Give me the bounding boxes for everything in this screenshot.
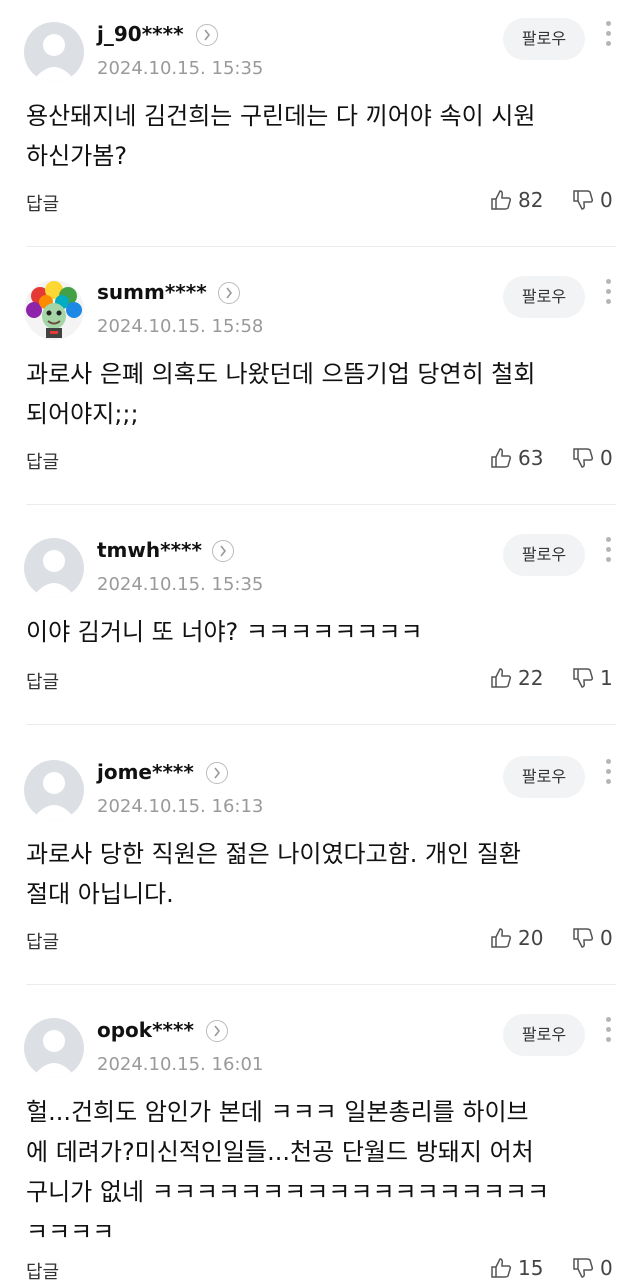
- thumbs-down-icon: [573, 190, 594, 210]
- comment-text: 과로사 당한 직원은 젊은 나이였다고함. 개인 질환 절대 아닙니다.: [26, 840, 522, 908]
- follow-button[interactable]: 팔로우: [503, 18, 585, 60]
- dislike-button[interactable]: 0: [572, 446, 613, 470]
- like-button[interactable]: 63: [490, 446, 543, 470]
- dislike-button[interactable]: 0: [572, 926, 613, 950]
- follow-button[interactable]: 팔로우: [503, 534, 585, 576]
- more-options-icon[interactable]: [602, 276, 614, 316]
- follow-button[interactable]: 팔로우: [503, 1014, 585, 1056]
- divider: [26, 724, 616, 725]
- dislike-count: 0: [600, 446, 613, 470]
- more-options-icon[interactable]: [602, 18, 614, 58]
- default-avatar-icon[interactable]: [24, 22, 84, 82]
- comment-text: 헐...건희도 암인가 본데 ㅋㅋㅋ 일본총리를 하이브 에 데려가?미신적인일…: [26, 1098, 550, 1246]
- like-button[interactable]: 20: [490, 926, 543, 950]
- default-avatar-icon[interactable]: [24, 538, 84, 598]
- like-count: 20: [518, 926, 544, 950]
- reply-button[interactable]: 답글: [26, 1258, 59, 1284]
- comment-text: 용산돼지네 김건희는 구린데는 다 끼어야 속이 시원 하신가봄?: [26, 102, 536, 170]
- reply-button[interactable]: 답글: [26, 668, 59, 694]
- comment-date: 2024.10.15. 15:58: [97, 316, 264, 337]
- like-button[interactable]: 82: [490, 188, 543, 212]
- dislike-count: 0: [600, 1256, 613, 1280]
- dislike-button[interactable]: 0: [572, 188, 613, 212]
- default-avatar-icon[interactable]: [24, 760, 84, 820]
- dislike-count: 1: [600, 666, 613, 690]
- thumbs-down-icon: [573, 928, 594, 948]
- username[interactable]: summ****: [97, 280, 207, 304]
- more-options-icon[interactable]: [602, 534, 614, 574]
- thumbs-up-icon: [491, 1258, 512, 1278]
- like-count: 22: [518, 666, 544, 690]
- username[interactable]: j_90****: [97, 22, 184, 46]
- avatar-rainbow-afro-icon[interactable]: [24, 280, 84, 340]
- comment-text: 과로사 은폐 의혹도 나왔던데 으뜸기업 당연히 철회 되어야지;;;: [26, 360, 536, 428]
- thumbs-down-icon: [573, 448, 594, 468]
- comment-text: 이야 김거니 또 너야? ㅋㅋㅋㅋㅋㅋㅋㅋ: [26, 618, 423, 646]
- like-count: 15: [518, 1256, 544, 1280]
- thumbs-up-icon: [491, 928, 512, 948]
- divider: [26, 504, 616, 505]
- comment-date: 2024.10.15. 16:01: [97, 1054, 264, 1075]
- comment-date: 2024.10.15. 15:35: [97, 58, 264, 79]
- more-options-icon[interactable]: [602, 1014, 614, 1054]
- username[interactable]: jome****: [97, 760, 194, 784]
- reply-button[interactable]: 답글: [26, 928, 59, 954]
- profile-chevron-icon[interactable]: [206, 1020, 228, 1042]
- dislike-button[interactable]: 1: [572, 666, 613, 690]
- reply-button[interactable]: 답글: [26, 448, 59, 474]
- thumbs-up-icon: [491, 448, 512, 468]
- more-options-icon[interactable]: [602, 756, 614, 796]
- reply-button[interactable]: 답글: [26, 190, 59, 216]
- thumbs-down-icon: [573, 668, 594, 688]
- like-count: 63: [518, 446, 544, 470]
- thumbs-down-icon: [573, 1258, 594, 1278]
- profile-chevron-icon[interactable]: [206, 762, 228, 784]
- profile-chevron-icon[interactable]: [196, 24, 218, 46]
- username[interactable]: tmwh****: [97, 538, 202, 562]
- profile-chevron-icon[interactable]: [218, 282, 240, 304]
- dislike-count: 0: [600, 926, 613, 950]
- dislike-button[interactable]: 0: [572, 1256, 613, 1280]
- follow-button[interactable]: 팔로우: [503, 756, 585, 798]
- profile-chevron-icon[interactable]: [212, 540, 234, 562]
- divider: [26, 246, 616, 247]
- username[interactable]: opok****: [97, 1018, 194, 1042]
- comment-date: 2024.10.15. 16:13: [97, 796, 264, 817]
- like-button[interactable]: 15: [490, 1256, 543, 1280]
- like-button[interactable]: 22: [490, 666, 543, 690]
- comment-date: 2024.10.15. 15:35: [97, 574, 264, 595]
- follow-button[interactable]: 팔로우: [503, 276, 585, 318]
- divider: [26, 984, 616, 985]
- thumbs-up-icon: [491, 668, 512, 688]
- dislike-count: 0: [600, 188, 613, 212]
- like-count: 82: [518, 188, 544, 212]
- default-avatar-icon[interactable]: [24, 1018, 84, 1078]
- thumbs-up-icon: [491, 190, 512, 210]
